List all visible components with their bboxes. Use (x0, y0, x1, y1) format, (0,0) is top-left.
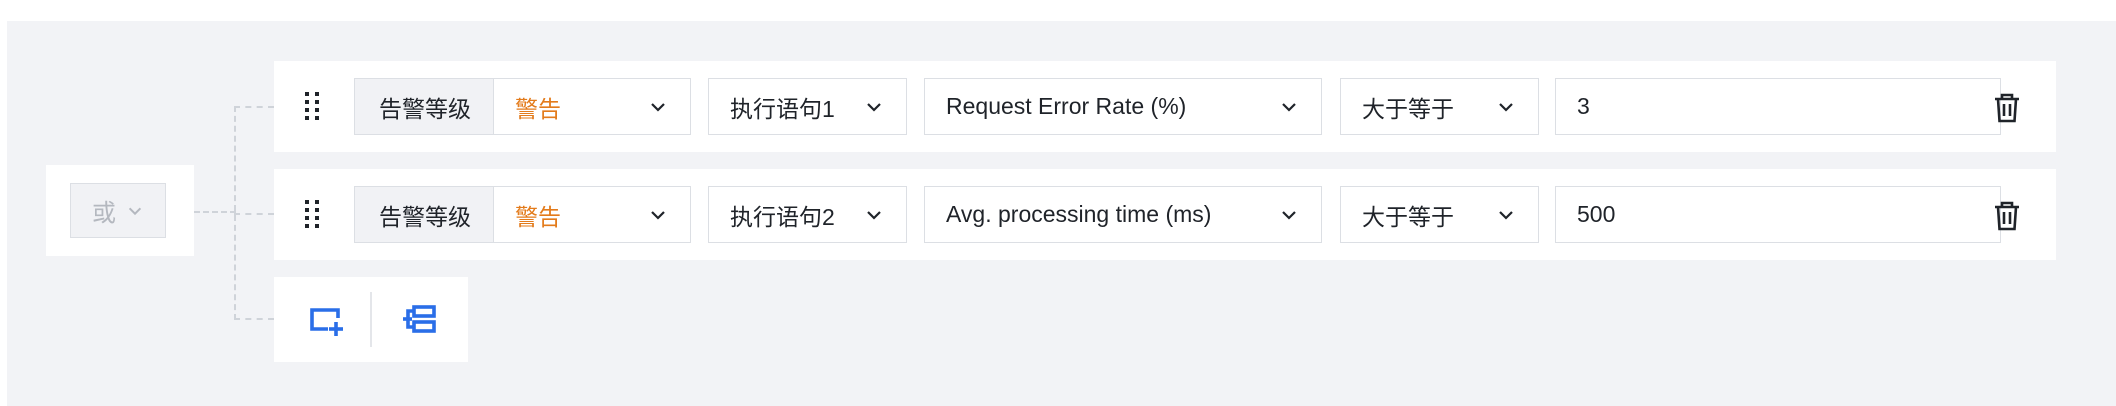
statement-select[interactable]: 执行语句1 (708, 78, 907, 135)
chevron-down-icon (128, 207, 142, 215)
alarm-level-select[interactable]: 警告 (493, 186, 691, 243)
connector-line (234, 106, 274, 108)
comparator-value: 大于等于 (1362, 203, 1454, 230)
metric-select[interactable]: Avg. processing time (ms) (924, 186, 1322, 243)
connector-line (234, 318, 274, 320)
divider (370, 292, 372, 347)
threshold-field (1555, 186, 2001, 243)
add-actions-box (274, 277, 468, 362)
connector-line (194, 211, 236, 213)
metric-value: Avg. processing time (ms) (946, 201, 1212, 227)
threshold-input[interactable] (1556, 187, 2000, 242)
metric-select[interactable]: Request Error Rate (%) (924, 78, 1322, 135)
comparator-select[interactable]: 大于等于 (1340, 78, 1539, 135)
chevron-down-icon (1282, 210, 1296, 220)
chevron-down-icon (1282, 102, 1296, 112)
trash-icon[interactable] (1990, 91, 2024, 125)
alarm-level-prefix: 告警等级 (354, 186, 495, 243)
statement-select[interactable]: 执行语句2 (708, 186, 907, 243)
alarm-level-value: 警告 (515, 95, 561, 122)
add-condition-icon[interactable] (307, 301, 345, 339)
chevron-down-icon (651, 102, 665, 112)
logic-operator-select[interactable]: 或 (70, 183, 166, 238)
drag-handle-icon[interactable] (302, 198, 322, 230)
statement-value: 执行语句1 (730, 95, 835, 122)
alarm-level-value: 警告 (515, 203, 561, 230)
comparator-value: 大于等于 (1362, 95, 1454, 122)
metric-value: Request Error Rate (%) (946, 93, 1187, 119)
drag-handle-icon[interactable] (302, 90, 322, 122)
chevron-down-icon (651, 210, 665, 220)
alarm-level-select[interactable]: 警告 (493, 78, 691, 135)
chevron-down-icon (1499, 102, 1513, 112)
comparator-select[interactable]: 大于等于 (1340, 186, 1539, 243)
logic-operator-box: 或 (46, 165, 194, 256)
chevron-down-icon (1499, 210, 1513, 220)
chevron-down-icon (867, 210, 881, 220)
threshold-input[interactable] (1556, 79, 2000, 134)
threshold-field (1555, 78, 2001, 135)
chevron-down-icon (867, 102, 881, 112)
connector-line (234, 213, 274, 215)
trash-icon[interactable] (1990, 199, 2024, 233)
statement-value: 执行语句2 (730, 203, 835, 230)
logic-operator-label: 或 (92, 200, 116, 227)
condition-row: 告警等级 警告 执行语句2 Avg. processing time (ms) … (274, 169, 2056, 260)
add-group-icon[interactable] (401, 301, 439, 339)
alarm-level-prefix: 告警等级 (354, 78, 495, 135)
condition-row: 告警等级 警告 执行语句1 Request Error Rate (%) 大于等… (274, 61, 2056, 152)
